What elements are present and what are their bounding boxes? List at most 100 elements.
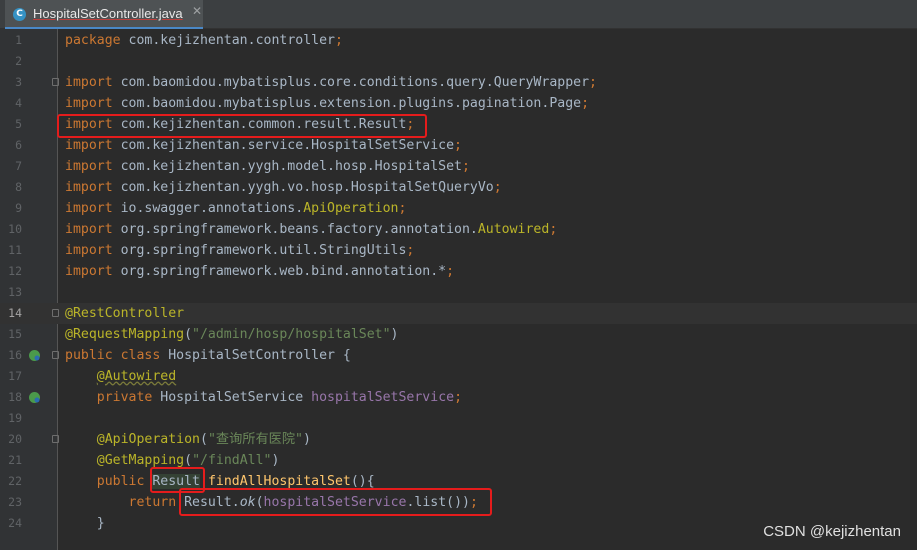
code-token: ok: [239, 494, 256, 510]
close-icon[interactable]: ✕: [192, 4, 202, 18]
code-line[interactable]: 22 public Result findAllHospitalSet(){: [0, 471, 917, 492]
code-token: org.springframework.util.StringUtils: [120, 242, 407, 258]
code-token: ;: [398, 200, 407, 216]
code-line[interactable]: 1 package com.kejizhentan.controller;: [0, 30, 917, 51]
code-line[interactable]: 5 import com.kejizhentan.common.result.Re…: [0, 114, 917, 135]
code-token: Result.: [184, 494, 240, 510]
code-token: com.kejizhentan.service.HospitalSetServi…: [120, 137, 455, 153]
code-token: @RestController: [65, 305, 185, 321]
code-token: @Autowired: [96, 368, 177, 384]
fold-marker-icon[interactable]: [52, 350, 59, 359]
code-line[interactable]: 20 @ApiOperation("查询所有医院"): [0, 429, 917, 450]
code-text: import io.swagger.annotations.ApiOperati…: [65, 198, 406, 219]
line-number: 7: [15, 158, 22, 173]
line-number: 22: [8, 473, 22, 488]
code-token: import: [65, 74, 121, 90]
code-text: import org.springframework.web.bind.anno…: [65, 261, 454, 282]
code-token: .list()): [406, 494, 470, 510]
code-line[interactable]: 7 import com.kejizhentan.yygh.model.hosp.…: [0, 156, 917, 177]
code-token: return: [128, 494, 185, 510]
code-token: ;: [581, 95, 590, 111]
code-line[interactable]: 10 import org.springframework.beans.facto…: [0, 219, 917, 240]
code-token: }: [65, 515, 105, 531]
code-line[interactable]: 21 @GetMapping("/findAll"): [0, 450, 917, 471]
code-token: public class: [65, 347, 169, 363]
code-token: ;: [454, 137, 462, 153]
code-line[interactable]: 15 @RequestMapping("/admin/hosp/hospitalS…: [0, 324, 917, 345]
code-line[interactable]: 2: [0, 51, 917, 72]
code-line[interactable]: 23 return Result.ok(hospitalSetService.l…: [0, 492, 917, 513]
code-line[interactable]: 16 public class HospitalSetController {: [0, 345, 917, 366]
watermark: CSDN @kejizhentan: [763, 523, 901, 540]
line-number: 17: [8, 368, 22, 383]
line-number: 21: [8, 452, 22, 467]
code-token: hospitalSetService: [263, 494, 407, 510]
code-line[interactable]: 19: [0, 408, 917, 429]
code-line[interactable]: 6 import com.kejizhentan.service.Hospital…: [0, 135, 917, 156]
code-token: Result: [152, 473, 200, 489]
code-line[interactable]: 9 import io.swagger.annotations.ApiOperat…: [0, 198, 917, 219]
code-line[interactable]: 18 private HospitalSetService hospitalSe…: [0, 387, 917, 408]
line-number: 12: [8, 263, 22, 278]
code-token: findAllHospitalSet: [207, 473, 351, 489]
code-text: public class HospitalSetController {: [65, 345, 351, 366]
autowired-bean-icon[interactable]: [28, 391, 41, 404]
code-token: ;: [406, 242, 415, 258]
code-token: Autowired: [477, 221, 550, 237]
code-line[interactable]: 13: [0, 282, 917, 303]
code-line[interactable]: 14 @RestController: [0, 302, 917, 324]
code-token: com.baomidou.mybatisplus.extension.plugi…: [120, 95, 582, 111]
code-line[interactable]: 4 import com.baomidou.mybatisplus.extensi…: [0, 93, 917, 114]
code-token: import: [65, 221, 121, 237]
code-text: import com.baomidou.mybatisplus.extensio…: [65, 93, 589, 114]
code-token: ;: [334, 32, 343, 48]
code-token: ;: [461, 158, 470, 174]
code-line[interactable]: 12 import org.springframework.web.bind.an…: [0, 261, 917, 282]
code-text: import org.springframework.util.StringUt…: [65, 240, 414, 261]
code-token: ;: [589, 74, 597, 90]
code-text: import com.kejizhentan.service.HospitalS…: [65, 135, 462, 156]
code-token: org.springframework.beans.factory.annota…: [120, 221, 478, 237]
code-editor[interactable]: 1 package com.kejizhentan.controller; 2 3 im…: [0, 29, 917, 550]
code-token: io.swagger.annotations.: [120, 200, 304, 216]
code-token: import: [65, 200, 121, 216]
code-token: ;: [493, 179, 502, 195]
code-token: com.kejizhentan.controller: [128, 32, 335, 48]
line-number: 5: [15, 116, 22, 131]
code-line[interactable]: 3 import com.baomidou.mybatisplus.core.co…: [0, 72, 917, 93]
code-token: "/admin/hosp/hospitalSet": [192, 326, 391, 342]
line-number: 3: [15, 74, 22, 89]
code-token: ApiOperation: [303, 200, 399, 216]
spring-bean-icon[interactable]: [28, 349, 41, 362]
code-text: private HospitalSetService hospitalSetSe…: [65, 387, 462, 408]
line-number: 9: [15, 200, 22, 215]
fold-marker-icon[interactable]: [52, 77, 59, 86]
code-token: (: [255, 494, 264, 510]
code-token: ): [271, 452, 280, 468]
fold-marker-icon[interactable]: [52, 434, 59, 443]
code-token: (: [184, 326, 193, 342]
code-token: ;: [406, 116, 415, 132]
code-token: org.springframework.web.bind.annotation.…: [120, 263, 447, 279]
line-number: 23: [8, 494, 22, 509]
fold-marker-icon[interactable]: [52, 308, 59, 317]
code-token: com.baomidou.mybatisplus.core.conditions…: [120, 74, 590, 90]
code-token: import: [65, 137, 121, 153]
code-token: ;: [549, 221, 558, 237]
code-token: ;: [454, 389, 463, 405]
line-number: 1: [15, 32, 22, 47]
code-token: ): [302, 431, 311, 447]
code-token: ;: [469, 494, 478, 510]
code-token: com.kejizhentan.yygh.vo.hosp.HospitalSet…: [120, 179, 494, 195]
line-number: 10: [8, 221, 22, 236]
tab-hospitalsetcontroller[interactable]: C HospitalSetController.java ✕: [5, 0, 203, 29]
tab-label[interactable]: HospitalSetController.java: [33, 6, 183, 21]
code-line[interactable]: 11 import org.springframework.util.String…: [0, 240, 917, 261]
code-line[interactable]: 8 import com.kejizhentan.yygh.vo.hosp.Hos…: [0, 177, 917, 198]
code-line[interactable]: 17 @Autowired: [0, 366, 917, 387]
code-token: ;: [446, 263, 455, 279]
editor-tab-bar: C HospitalSetController.java ✕: [0, 0, 917, 29]
